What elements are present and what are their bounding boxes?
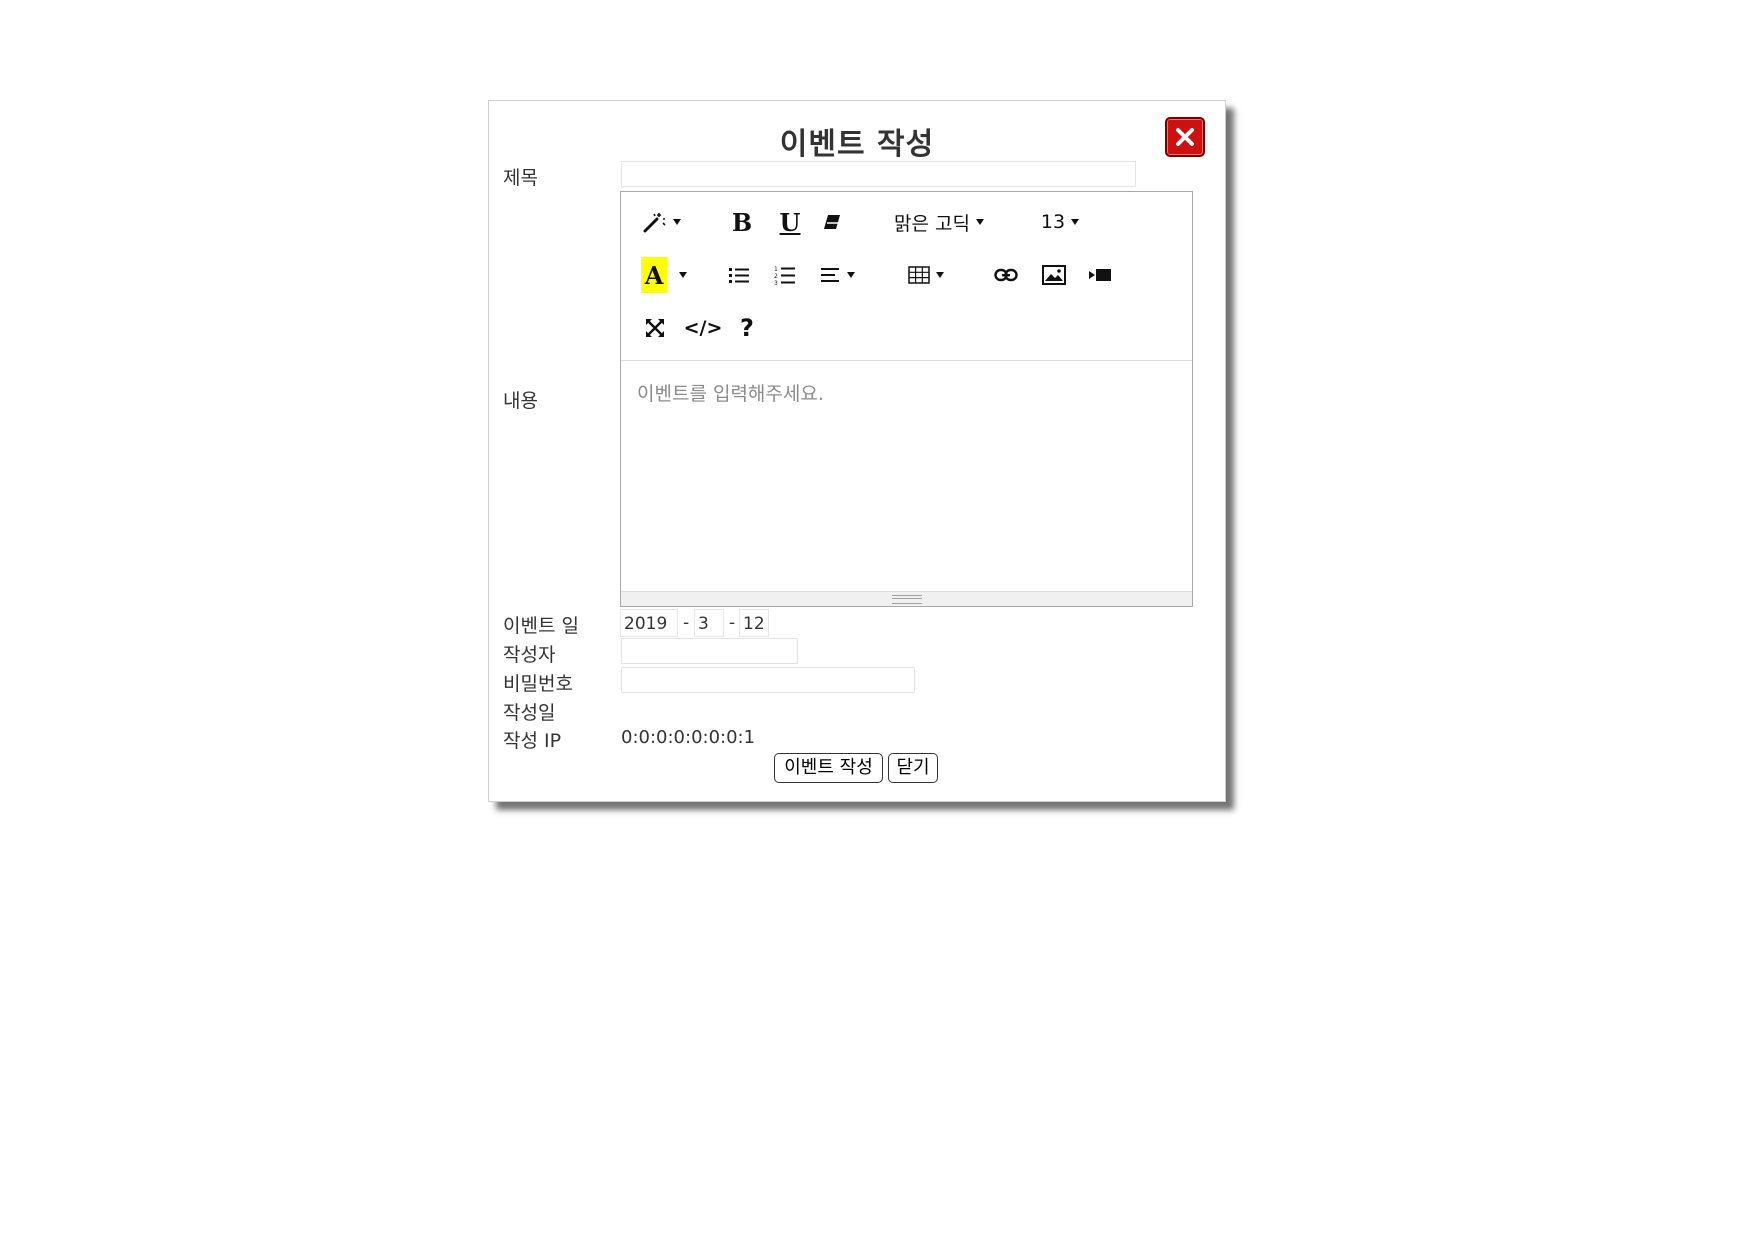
chevron-down-icon (936, 272, 944, 278)
image-button[interactable] (1039, 257, 1069, 293)
font-size-value: 13 (1040, 211, 1066, 233)
chevron-down-icon (1071, 219, 1080, 225)
title-label: 제목 (503, 167, 538, 189)
password-label: 비밀번호 (503, 673, 573, 695)
grip-icon (891, 594, 922, 604)
author-ip-label: 작성 IP (503, 730, 562, 752)
editor-resize-handle[interactable] (621, 591, 1192, 606)
date-separator: - (683, 613, 690, 633)
fullscreen-button[interactable] (641, 310, 669, 346)
eraser-icon (824, 215, 840, 229)
editor-content-area[interactable]: 이벤트를 입력해주세요. (621, 361, 1192, 591)
author-ip-value: 0:0:0:0:0:0:0:1 (621, 727, 756, 748)
video-button[interactable] (1085, 257, 1115, 293)
text-color-dropdown[interactable] (675, 257, 691, 293)
content-label: 내용 (503, 390, 538, 412)
submit-event-button[interactable]: 이벤트 작성 (774, 753, 883, 783)
close-modal-button[interactable] (1165, 117, 1205, 157)
ordered-list-button[interactable]: 1 2 3 (771, 257, 799, 293)
link-icon (994, 268, 1018, 282)
align-icon (821, 268, 839, 282)
chevron-down-icon (847, 272, 855, 278)
link-button[interactable] (991, 257, 1021, 293)
ordered-list-icon: 1 2 3 (774, 266, 795, 285)
underline-button[interactable]: U (775, 204, 805, 240)
code-view-button[interactable]: </> (683, 310, 723, 346)
title-input[interactable] (621, 161, 1136, 187)
chevron-down-icon (975, 219, 984, 225)
svg-text:3: 3 (774, 280, 778, 285)
editor-placeholder: 이벤트를 입력해주세요. (637, 383, 824, 405)
svg-text:1: 1 (774, 266, 778, 273)
author-input[interactable] (621, 638, 798, 664)
chevron-down-icon (679, 272, 687, 278)
magic-style-icon (643, 213, 666, 233)
event-date-label: 이벤트 일 (503, 615, 579, 637)
rich-text-editor: B U 맑은 고딕 13 A 1 2 3 </> ? 이벤트를 입력해주세요. (620, 191, 1193, 607)
author-label: 작성자 (503, 644, 556, 666)
date-separator: - (729, 613, 736, 633)
close-x-icon (1176, 128, 1194, 146)
font-family-dropdown[interactable]: 맑은 고딕 (883, 204, 995, 240)
unordered-list-icon (729, 268, 749, 283)
editor-toolbar: B U 맑은 고딕 13 A 1 2 3 </> ? (621, 192, 1192, 361)
password-input[interactable] (621, 667, 915, 693)
image-icon (1042, 265, 1066, 285)
fullscreen-icon (646, 319, 664, 337)
event-month-field[interactable]: 3 (694, 609, 724, 637)
text-color-button[interactable]: A (641, 257, 667, 293)
modal-title: 이벤트 작성 (779, 127, 935, 162)
table-icon (908, 266, 930, 284)
bold-button[interactable]: B (727, 204, 757, 240)
event-year-field[interactable]: 2019 (620, 609, 678, 637)
align-dropdown[interactable] (815, 257, 861, 293)
event-day-field[interactable]: 12 (739, 609, 769, 637)
font-family-value: 맑은 고딕 (894, 212, 970, 235)
video-icon (1089, 269, 1111, 281)
table-dropdown[interactable] (903, 257, 949, 293)
close-button[interactable]: 닫기 (888, 753, 938, 783)
event-write-modal: 이벤트 작성 제목 내용 B U 맑은 고딕 13 A 1 2 3 </> ? … (488, 100, 1226, 802)
svg-text:2: 2 (774, 273, 778, 280)
chevron-down-icon (673, 219, 681, 225)
unordered-list-button[interactable] (725, 257, 753, 293)
eraser-button[interactable] (817, 204, 847, 240)
style-button[interactable] (639, 204, 685, 240)
help-button[interactable]: ? (735, 310, 759, 346)
created-date-label: 작성일 (503, 702, 556, 724)
font-size-dropdown[interactable]: 13 (1037, 204, 1083, 240)
